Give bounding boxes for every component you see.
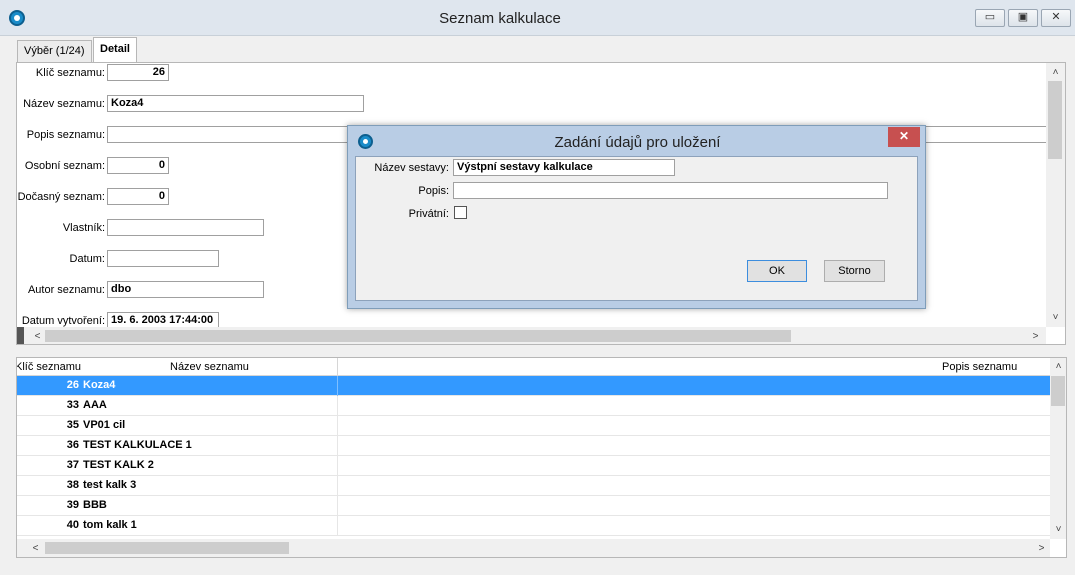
row-name: Koza4 (83, 379, 116, 391)
private-checkbox[interactable] (454, 206, 467, 219)
key-field[interactable]: 26 (107, 64, 169, 81)
window-titlebar: Seznam kalkulace ▭ ▣ ✕ (0, 0, 1075, 36)
temporary-list-field[interactable]: 0 (107, 188, 169, 205)
row-name: TEST KALK 2 (83, 459, 154, 471)
date-field[interactable] (107, 250, 219, 267)
grid-vertical-scrollbar[interactable]: ˄ ˅ (1050, 358, 1066, 539)
row-key: 33 (66, 399, 79, 411)
maximize-button[interactable]: ▣ (1008, 9, 1038, 27)
cancel-button[interactable]: Storno (824, 260, 885, 282)
close-window-button[interactable]: ✕ (1041, 9, 1071, 27)
row-key: 35 (66, 419, 79, 431)
author-field[interactable]: dbo (107, 281, 264, 298)
table-row[interactable]: 33 AAA (17, 396, 1050, 416)
temporary-list-label: Dočasný seznam: (17, 191, 105, 203)
table-row[interactable]: 40 tom kalk 1 (17, 516, 1050, 536)
name-label: Název seznamu: (23, 98, 105, 110)
grid-header: Klíč seznamu Název seznamu Popis seznamu (17, 358, 1050, 376)
row-key: 37 (66, 459, 79, 471)
row-name: tom kalk 1 (83, 519, 137, 531)
scroll-down-icon[interactable]: ˅ (1050, 521, 1066, 538)
dialog-close-button[interactable]: ✕ (888, 127, 920, 147)
scroll-corner (17, 327, 24, 344)
date-label: Datum: (69, 253, 105, 265)
column-header-description[interactable]: Popis seznamu (942, 361, 1017, 373)
scroll-up-icon[interactable]: ˄ (1050, 358, 1066, 375)
grid-horizontal-scrollbar[interactable]: < > (17, 539, 1050, 557)
row-name: VP01 cil (83, 419, 126, 431)
detail-horizontal-scrollbar[interactable]: < > (17, 327, 1046, 344)
row-key: 39 (66, 499, 79, 511)
ok-button[interactable]: OK (747, 260, 807, 282)
author-label: Autor seznamu: (27, 284, 105, 296)
table-row[interactable]: 36 TEST KALKULACE 1 (17, 436, 1050, 456)
row-key: 38 (66, 479, 79, 491)
table-row[interactable]: 37 TEST KALK 2 (17, 456, 1050, 476)
dialog-title: Zadání údajů pro uložení (554, 134, 721, 151)
table-row[interactable]: 38 test kalk 3 (17, 476, 1050, 496)
personal-list-field[interactable]: 0 (107, 157, 169, 174)
report-description-input[interactable] (453, 182, 888, 199)
key-label: Klíč seznamu: (35, 67, 105, 79)
detail-vertical-scrollbar[interactable]: ˄ ˅ (1046, 63, 1065, 327)
row-key: 26 (66, 379, 79, 391)
report-name-label: Název sestavy: (374, 162, 449, 174)
scroll-right-icon[interactable]: > (1027, 328, 1044, 344)
personal-list-label: Osobní seznam: (24, 160, 105, 172)
scroll-up-icon[interactable]: ˄ (1047, 64, 1064, 81)
table-row[interactable]: 39 BBB (17, 496, 1050, 516)
column-header-key[interactable]: Klíč seznamu (17, 361, 81, 373)
dialog-body: Název sestavy: Výstpní sestavy kalkulace… (355, 156, 918, 301)
table-row[interactable]: 26 Koza4 (17, 376, 1050, 396)
detail-vertical-thumb[interactable] (1048, 81, 1062, 159)
scroll-down-icon[interactable]: ˅ (1047, 309, 1064, 326)
list-grid: Klíč seznamu Název seznamu Popis seznamu… (16, 357, 1067, 558)
owner-label: Vlastník: (62, 222, 105, 234)
scroll-left-icon[interactable]: < (29, 328, 46, 344)
window-title: Seznam kalkulace (439, 10, 561, 27)
report-name-input[interactable]: Výstpní sestavy kalkulace (453, 159, 675, 176)
description-label: Popis seznamu: (26, 129, 105, 141)
tab-select[interactable]: Výběr (1/24) (17, 40, 92, 62)
scroll-right-icon[interactable]: > (1033, 540, 1050, 557)
name-field[interactable]: Koza4 (107, 95, 364, 112)
table-row[interactable]: 35 VP01 cil (17, 416, 1050, 436)
row-name: AAA (83, 399, 107, 411)
row-name: test kalk 3 (83, 479, 137, 491)
column-header-name[interactable]: Název seznamu (170, 361, 249, 373)
grid-horizontal-thumb[interactable] (45, 542, 289, 554)
private-label: Privátní: (408, 208, 449, 220)
minimize-button[interactable]: ▭ (975, 9, 1005, 27)
row-name: BBB (83, 499, 107, 511)
created-date-label: Datum vytvoření: (21, 315, 105, 327)
owner-field[interactable] (107, 219, 264, 236)
scroll-left-icon[interactable]: < (27, 540, 44, 557)
grid-vertical-thumb[interactable] (1051, 376, 1065, 406)
tab-detail[interactable]: Detail (93, 37, 137, 63)
row-name: TEST KALKULACE 1 (83, 439, 192, 451)
save-dialog: Zadání údajů pro uložení ✕ Název sestavy… (347, 125, 926, 309)
detail-horizontal-thumb[interactable] (45, 330, 791, 342)
report-description-label: Popis: (418, 185, 449, 197)
row-key: 36 (66, 439, 79, 451)
row-key: 40 (66, 519, 79, 531)
